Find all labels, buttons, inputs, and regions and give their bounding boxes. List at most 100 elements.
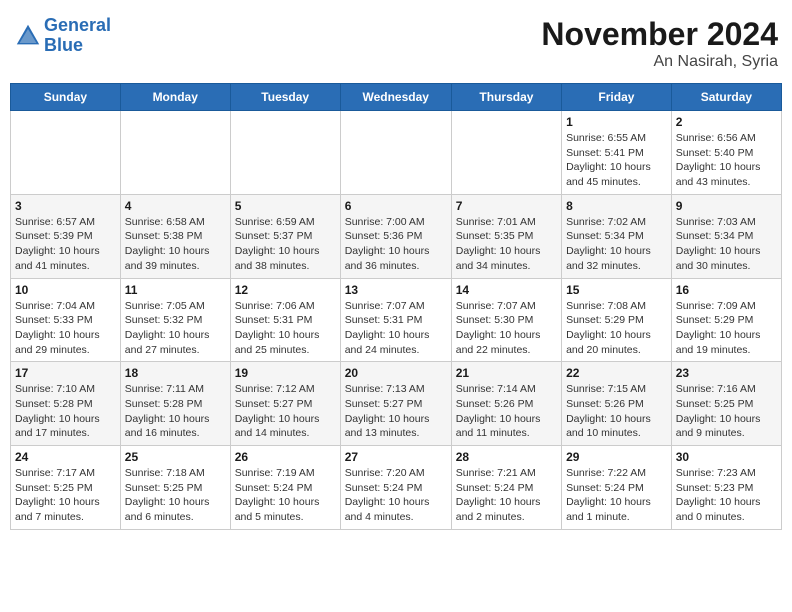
day-info: Sunrise: 6:57 AM Sunset: 5:39 PM Dayligh… [15, 215, 116, 274]
day-number: 14 [456, 283, 557, 297]
day-info: Sunrise: 7:14 AM Sunset: 5:26 PM Dayligh… [456, 382, 557, 441]
day-number: 23 [676, 366, 777, 380]
calendar-cell [120, 111, 230, 195]
day-number: 1 [566, 115, 667, 129]
calendar-cell: 25Sunrise: 7:18 AM Sunset: 5:25 PM Dayli… [120, 446, 230, 530]
day-info: Sunrise: 7:12 AM Sunset: 5:27 PM Dayligh… [235, 382, 336, 441]
weekday-header-row: SundayMondayTuesdayWednesdayThursdayFrid… [11, 84, 782, 111]
calendar-cell: 8Sunrise: 7:02 AM Sunset: 5:34 PM Daylig… [562, 194, 672, 278]
day-info: Sunrise: 7:06 AM Sunset: 5:31 PM Dayligh… [235, 299, 336, 358]
calendar-cell: 10 Sunrise: 7:04 AM Sunset: 5:33 PM Dayli… [11, 278, 121, 362]
day-info: Sunrise: 7:10 AM Sunset: 5:28 PM Dayligh… [15, 382, 116, 441]
day-info: Sunrise: 7:01 AM Sunset: 5:35 PM Dayligh… [456, 215, 557, 274]
calendar-cell: 29Sunrise: 7:22 AM Sunset: 5:24 PM Dayli… [562, 446, 672, 530]
calendar-cell: 28 Sunrise: 7:21 AM Sunset: 5:24 PM Dayli… [451, 446, 561, 530]
day-number: 29 [566, 450, 667, 464]
weekday-header-friday: Friday [562, 84, 672, 111]
calendar-cell: 11Sunrise: 7:05 AM Sunset: 5:32 PM Dayli… [120, 278, 230, 362]
day-number: 21 [456, 366, 557, 380]
day-number: 26 [235, 450, 336, 464]
day-number: 5 [235, 199, 336, 213]
calendar-cell: 22Sunrise: 7:15 AM Sunset: 5:26 PM Dayli… [562, 362, 672, 446]
day-info: Sunrise: 7:07 AM Sunset: 5:31 PM Dayligh… [345, 299, 447, 358]
day-info: Sunrise: 6:59 AM Sunset: 5:37 PM Dayligh… [235, 215, 336, 274]
title-block: November 2024 An Nasirah, Syria [541, 16, 778, 71]
day-info: Sunrise: 7:11 AM Sunset: 5:28 PM Dayligh… [125, 382, 226, 441]
calendar-cell: 5 Sunrise: 6:59 AM Sunset: 5:37 PM Daylig… [230, 194, 340, 278]
weekday-header-monday: Monday [120, 84, 230, 111]
day-number: 19 [235, 366, 336, 380]
calendar-cell: 12 Sunrise: 7:06 AM Sunset: 5:31 PM Dayli… [230, 278, 340, 362]
day-number: 13 [345, 283, 447, 297]
logo: General Blue [14, 16, 111, 56]
calendar-cell: 3Sunrise: 6:57 AM Sunset: 5:39 PM Daylig… [11, 194, 121, 278]
day-number: 27 [345, 450, 447, 464]
calendar-cell: 20 Sunrise: 7:13 AM Sunset: 5:27 PM Dayli… [340, 362, 451, 446]
logo-text: General Blue [44, 16, 111, 56]
calendar-cell: 2 Sunrise: 6:56 AM Sunset: 5:40 PM Daylig… [671, 111, 781, 195]
day-number: 15 [566, 283, 667, 297]
day-number: 24 [15, 450, 116, 464]
calendar-cell: 4Sunrise: 6:58 AM Sunset: 5:38 PM Daylig… [120, 194, 230, 278]
calendar-cell: 15Sunrise: 7:08 AM Sunset: 5:29 PM Dayli… [562, 278, 672, 362]
logo-line2: Blue [44, 35, 83, 55]
calendar-cell: 30 Sunrise: 7:23 AM Sunset: 5:23 PM Dayli… [671, 446, 781, 530]
calendar-cell: 7 Sunrise: 7:01 AM Sunset: 5:35 PM Daylig… [451, 194, 561, 278]
weekday-header-saturday: Saturday [671, 84, 781, 111]
day-info: Sunrise: 7:04 AM Sunset: 5:33 PM Dayligh… [15, 299, 116, 358]
calendar-cell: 9 Sunrise: 7:03 AM Sunset: 5:34 PM Daylig… [671, 194, 781, 278]
month-title: November 2024 [541, 16, 778, 53]
calendar-cell: 6 Sunrise: 7:00 AM Sunset: 5:36 PM Daylig… [340, 194, 451, 278]
calendar-cell [340, 111, 451, 195]
day-info: Sunrise: 7:00 AM Sunset: 5:36 PM Dayligh… [345, 215, 447, 274]
day-info: Sunrise: 7:05 AM Sunset: 5:32 PM Dayligh… [125, 299, 226, 358]
weekday-header-tuesday: Tuesday [230, 84, 340, 111]
day-number: 18 [125, 366, 226, 380]
day-info: Sunrise: 7:07 AM Sunset: 5:30 PM Dayligh… [456, 299, 557, 358]
logo-icon [14, 22, 42, 50]
day-number: 25 [125, 450, 226, 464]
weekday-header-wednesday: Wednesday [340, 84, 451, 111]
weekday-header-sunday: Sunday [11, 84, 121, 111]
day-info: Sunrise: 7:20 AM Sunset: 5:24 PM Dayligh… [345, 466, 447, 525]
logo-line1: General [44, 15, 111, 35]
calendar-cell: 24Sunrise: 7:17 AM Sunset: 5:25 PM Dayli… [11, 446, 121, 530]
day-info: Sunrise: 6:55 AM Sunset: 5:41 PM Dayligh… [566, 131, 667, 190]
calendar-week-4: 24Sunrise: 7:17 AM Sunset: 5:25 PM Dayli… [11, 446, 782, 530]
day-number: 10 [15, 283, 116, 297]
day-number: 2 [676, 115, 777, 129]
day-number: 7 [456, 199, 557, 213]
day-info: Sunrise: 6:56 AM Sunset: 5:40 PM Dayligh… [676, 131, 777, 190]
day-info: Sunrise: 7:23 AM Sunset: 5:23 PM Dayligh… [676, 466, 777, 525]
day-info: Sunrise: 7:13 AM Sunset: 5:27 PM Dayligh… [345, 382, 447, 441]
day-number: 28 [456, 450, 557, 464]
day-info: Sunrise: 7:21 AM Sunset: 5:24 PM Dayligh… [456, 466, 557, 525]
day-number: 17 [15, 366, 116, 380]
calendar-cell [230, 111, 340, 195]
calendar-cell: 13 Sunrise: 7:07 AM Sunset: 5:31 PM Dayli… [340, 278, 451, 362]
day-info: Sunrise: 7:03 AM Sunset: 5:34 PM Dayligh… [676, 215, 777, 274]
calendar-cell: 23 Sunrise: 7:16 AM Sunset: 5:25 PM Dayli… [671, 362, 781, 446]
day-info: Sunrise: 7:09 AM Sunset: 5:29 PM Dayligh… [676, 299, 777, 358]
calendar-cell: 18 Sunrise: 7:11 AM Sunset: 5:28 PM Dayli… [120, 362, 230, 446]
day-number: 16 [676, 283, 777, 297]
page-header: General Blue November 2024 An Nasirah, S… [10, 10, 782, 77]
day-number: 9 [676, 199, 777, 213]
day-number: 6 [345, 199, 447, 213]
calendar-week-3: 17 Sunrise: 7:10 AM Sunset: 5:28 PM Dayli… [11, 362, 782, 446]
day-info: Sunrise: 7:19 AM Sunset: 5:24 PM Dayligh… [235, 466, 336, 525]
calendar-cell: 17 Sunrise: 7:10 AM Sunset: 5:28 PM Dayli… [11, 362, 121, 446]
calendar-cell: 27 Sunrise: 7:20 AM Sunset: 5:24 PM Dayli… [340, 446, 451, 530]
day-info: Sunrise: 7:16 AM Sunset: 5:25 PM Dayligh… [676, 382, 777, 441]
location-title: An Nasirah, Syria [541, 53, 778, 71]
day-number: 12 [235, 283, 336, 297]
calendar-cell: 1 Sunrise: 6:55 AM Sunset: 5:41 PM Daylig… [562, 111, 672, 195]
calendar-week-0: 1 Sunrise: 6:55 AM Sunset: 5:41 PM Daylig… [11, 111, 782, 195]
calendar-cell: 21 Sunrise: 7:14 AM Sunset: 5:26 PM Dayli… [451, 362, 561, 446]
day-number: 30 [676, 450, 777, 464]
calendar-cell: 26 Sunrise: 7:19 AM Sunset: 5:24 PM Dayli… [230, 446, 340, 530]
calendar-week-1: 3Sunrise: 6:57 AM Sunset: 5:39 PM Daylig… [11, 194, 782, 278]
day-number: 8 [566, 199, 667, 213]
calendar-cell [451, 111, 561, 195]
day-number: 20 [345, 366, 447, 380]
